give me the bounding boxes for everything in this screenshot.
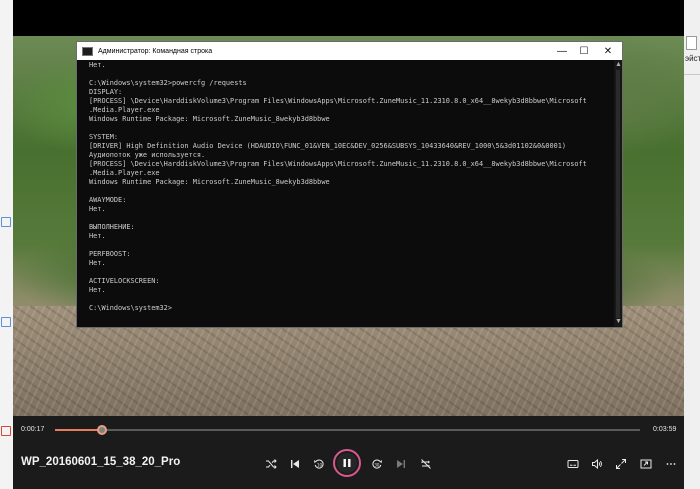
desktop-shortcut-icon[interactable] bbox=[1, 217, 11, 227]
console-line: SYSTEM: bbox=[89, 133, 119, 141]
console-line: DISPLAY: bbox=[89, 88, 123, 96]
cmd-titlebar[interactable]: Администратор: Командная строка — ☐ ✕ bbox=[77, 42, 622, 60]
more-icon[interactable] bbox=[663, 456, 679, 472]
command-prompt-window[interactable]: Администратор: Командная строка — ☐ ✕ Не… bbox=[76, 41, 623, 328]
background-window-edge: эйства bbox=[684, 0, 700, 489]
console-line: AWAYMODE: bbox=[89, 196, 127, 204]
pause-icon bbox=[337, 453, 357, 473]
fullscreen-icon[interactable] bbox=[613, 456, 629, 472]
shuffle-icon[interactable] bbox=[263, 456, 279, 472]
console-line: [PROCESS] \Device\HarddiskVolume3\Progra… bbox=[89, 160, 587, 168]
desktop-shortcut-icon[interactable] bbox=[1, 317, 11, 327]
miniplayer-icon[interactable] bbox=[638, 456, 654, 472]
seek-bar-thumb[interactable] bbox=[96, 425, 107, 435]
console-line: C:\Windows\system32> bbox=[89, 304, 172, 312]
console-line: Нет. bbox=[89, 286, 106, 294]
console-output[interactable]: Нет. C:\Windows\system32>powercfg /reques… bbox=[77, 60, 614, 327]
console-line: Нет. bbox=[89, 205, 106, 213]
svg-text:10: 10 bbox=[317, 463, 323, 468]
next-icon[interactable] bbox=[393, 456, 409, 472]
seek-bar-progress bbox=[55, 429, 102, 431]
console-line: C:\Windows\system32>powercfg /requests bbox=[89, 79, 247, 87]
player-controls: 0:00:17 0:03:59 WP_20160601_15_38_20_Pro… bbox=[13, 416, 684, 489]
console-line: [DRIVER] High Definition Audio Device (H… bbox=[89, 142, 567, 150]
total-time: 0:03:59 bbox=[653, 426, 677, 433]
cmd-window-title: Администратор: Командная строка bbox=[98, 47, 213, 55]
console-line: ВЫПОЛНЕНИЕ: bbox=[89, 223, 135, 231]
console-line: Windows Runtime Package: Microsoft.ZuneM… bbox=[89, 115, 330, 123]
subtitles-icon[interactable] bbox=[565, 456, 581, 472]
svg-text:30: 30 bbox=[374, 463, 380, 468]
console-line: PERFBOOST: bbox=[89, 250, 131, 258]
media-player-window: Администратор: Командная строка — ☐ ✕ Не… bbox=[13, 0, 684, 489]
divider bbox=[684, 74, 700, 75]
seek-bar[interactable] bbox=[55, 429, 640, 431]
console-line: [PROCESS] \Device\HarddiskVolume3\Progra… bbox=[89, 97, 587, 105]
maximize-button[interactable]: ☐ bbox=[572, 42, 596, 60]
forward-30-icon[interactable]: 30 bbox=[369, 456, 385, 472]
video-title: WP_20160601_15_38_20_Pro bbox=[21, 456, 181, 468]
console-line: Нет. bbox=[89, 232, 106, 240]
background-window-text: эйства bbox=[685, 54, 700, 63]
minimize-button[interactable]: — bbox=[550, 42, 574, 60]
console-scrollbar[interactable]: ▲ ▼ bbox=[614, 60, 622, 327]
current-time: 0:00:17 bbox=[21, 426, 45, 433]
console-line: Нет. bbox=[89, 259, 106, 267]
scrollbar-thumb[interactable] bbox=[616, 70, 620, 318]
volume-icon[interactable] bbox=[589, 456, 605, 472]
scroll-down-arrow-icon[interactable]: ▼ bbox=[615, 318, 622, 326]
console-line: ACTIVELOCKSCREEN: bbox=[89, 277, 160, 285]
desktop-left-edge bbox=[0, 0, 13, 489]
console-line: Windows Runtime Package: Microsoft.ZuneM… bbox=[89, 178, 330, 186]
repeat-off-icon[interactable] bbox=[418, 456, 434, 472]
console-line: .Media.Player.exe bbox=[89, 106, 160, 114]
scroll-up-arrow-icon[interactable]: ▲ bbox=[615, 61, 622, 69]
desktop-shortcut-icon[interactable] bbox=[1, 426, 11, 436]
rewind-10-icon[interactable]: 10 bbox=[311, 456, 327, 472]
play-pause-button[interactable] bbox=[333, 449, 361, 477]
close-button[interactable]: ✕ bbox=[596, 42, 620, 60]
console-line: Нет. bbox=[89, 61, 106, 69]
previous-icon[interactable] bbox=[287, 456, 303, 472]
console-line: .Media.Player.exe bbox=[89, 169, 160, 177]
cmd-window-icon[interactable] bbox=[82, 46, 93, 56]
console-line: Аудиопоток уже используется. bbox=[89, 151, 206, 159]
player-top-bar bbox=[13, 0, 684, 36]
document-icon bbox=[686, 36, 697, 50]
